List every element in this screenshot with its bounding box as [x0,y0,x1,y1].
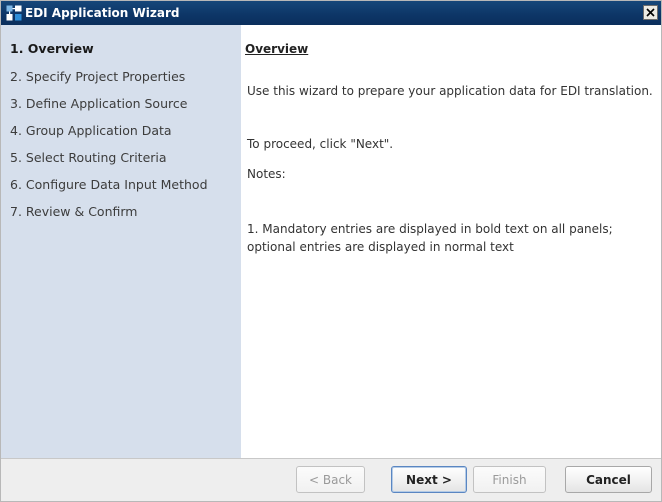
wizard-app-icon [6,5,22,21]
section-title: Overview [245,42,309,56]
wizard-content-panel: Overview Use this wizard to prepare your… [241,25,661,458]
wizard-steps-sidebar: 1. Overview 2. Specify Project Propertie… [1,25,241,458]
close-button[interactable] [643,5,658,20]
button-bar: < Back Next > Finish Cancel [1,458,661,501]
step-configure-data-input-method[interactable]: 6. Configure Data Input Method [10,177,208,192]
step-specify-project-properties[interactable]: 2. Specify Project Properties [10,69,185,84]
close-icon [646,6,655,20]
step-review-confirm[interactable]: 7. Review & Confirm [10,204,137,219]
back-button[interactable]: < Back [296,466,365,493]
proceed-instruction: To proceed, click "Next". [247,137,394,151]
step-define-application-source[interactable]: 3. Define Application Source [10,96,187,111]
next-button[interactable]: Next > [391,466,467,493]
finish-button[interactable]: Finish [473,466,546,493]
notes-heading: Notes: [247,167,286,181]
window-title: EDI Application Wizard [25,6,180,20]
intro-paragraph: Use this wizard to prepare your applicat… [247,84,653,98]
step-select-routing-criteria[interactable]: 5. Select Routing Criteria [10,150,167,165]
wizard-window: EDI Application Wizard 1. Overview 2. Sp… [0,0,662,502]
mandatory-entries-note: 1. Mandatory entries are displayed in bo… [247,222,613,254]
step-overview[interactable]: 1. Overview [10,41,94,56]
step-group-application-data[interactable]: 4. Group Application Data [10,123,172,138]
cancel-button[interactable]: Cancel [565,466,652,493]
title-bar[interactable]: EDI Application Wizard [1,1,661,25]
